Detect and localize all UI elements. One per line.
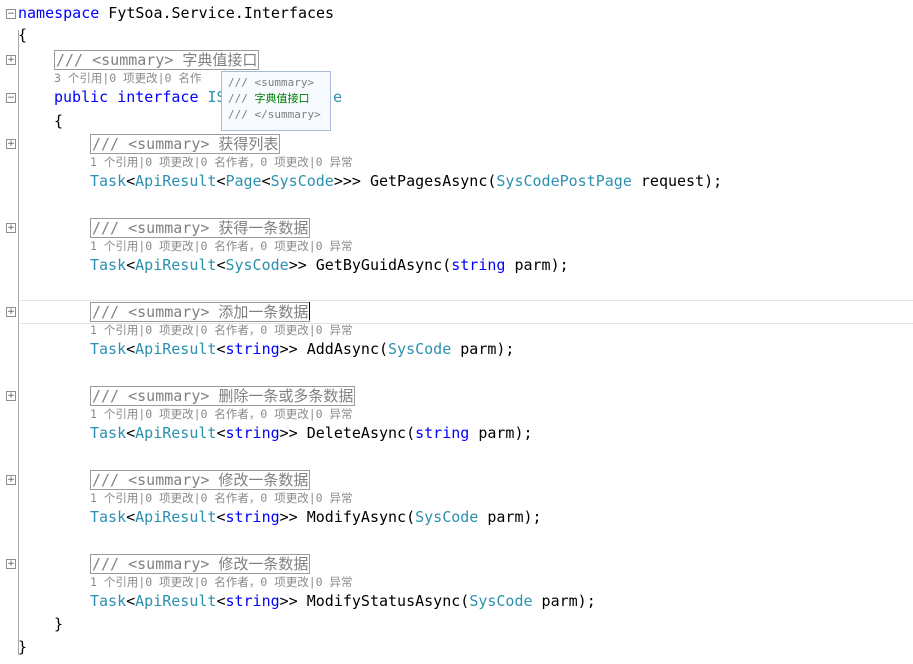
generic-open: <	[126, 172, 136, 190]
type-string: string	[225, 424, 280, 442]
method-signature[interactable]: Task<ApiResult<string>> ModifyAsync(SysC…	[90, 507, 542, 527]
method-codelens[interactable]: 1 个引用|0 项更改|0 名作者，0 项更改|0 异常	[90, 323, 353, 337]
method-name: >> AddAsync(	[279, 340, 389, 358]
method-codelens[interactable]: 1 个引用|0 项更改|0 名作者，0 项更改|0 异常	[90, 491, 353, 505]
method-codelens[interactable]: 1 个引用|0 项更改|0 名作者，0 项更改|0 异常	[90, 239, 353, 253]
param-type: SysCode	[415, 508, 479, 526]
indent-guide	[18, 30, 19, 655]
generic-open: <	[126, 508, 136, 526]
type-apiresult: ApiResult	[135, 424, 217, 442]
namespace-close-brace: }	[18, 638, 28, 656]
interface-keyword: interface	[108, 88, 199, 106]
method-codelens[interactable]: 1 个引用|0 项更改|0 名作者，0 项更改|0 异常	[90, 575, 353, 589]
param-type: string	[451, 256, 506, 274]
param-type: SysCode	[469, 592, 533, 610]
expand-summary-icon[interactable]: +	[6, 223, 16, 233]
generic-open: <	[126, 340, 136, 358]
method-summary-collapsed[interactable]: /// <summary> 添加一条数据	[90, 302, 311, 322]
type-syscode: SysCode	[270, 172, 334, 190]
type-string: string	[225, 592, 280, 610]
expand-summary-icon[interactable]: +	[6, 391, 16, 401]
tooltip-line-text: /// 字典值接口	[228, 91, 324, 107]
namespace-keyword: namespace	[18, 4, 100, 22]
method-signature[interactable]: Task<ApiResult<SysCode>> GetByGuidAsync(…	[90, 255, 569, 275]
param-type: SysCodePostPage	[496, 172, 632, 190]
type-task: Task	[90, 340, 127, 358]
param-type: string	[415, 424, 470, 442]
method-name: >> ModifyAsync(	[279, 508, 416, 526]
type-syscode: SysCode	[225, 256, 289, 274]
tooltip-line-close: /// </summary>	[228, 108, 321, 121]
method-summary-collapsed[interactable]: /// <summary> 删除一条或多条数据	[90, 386, 356, 406]
method-name: >> ModifyStatusAsync(	[279, 592, 470, 610]
param-name: parm);	[451, 340, 515, 358]
generic-open: <	[126, 256, 136, 274]
expand-summary-icon[interactable]: +	[6, 559, 16, 569]
param-name: parm);	[532, 592, 596, 610]
namespace-line[interactable]: namespace FytSoa.Service.Interfaces	[18, 3, 334, 23]
expand-summary-icon[interactable]: +	[6, 307, 16, 317]
type-task: Task	[90, 592, 127, 610]
interface-summary-collapsed[interactable]: /// <summary> 字典值接口	[54, 50, 260, 70]
generic-open: <	[261, 172, 271, 190]
param-name: parm);	[469, 424, 533, 442]
interface-close-brace: }	[54, 615, 64, 633]
method-signature[interactable]: Task<ApiResult<string>> ModifyStatusAsyn…	[90, 591, 596, 611]
tooltip-comment-prefix: ///	[228, 92, 255, 105]
param-name: request);	[631, 172, 723, 190]
interface-codelens[interactable]: 3 个引用|0 项更改|0 名作	[54, 71, 201, 85]
summary-tooltip: /// <summary> /// 字典值接口 /// </summary>	[221, 71, 331, 131]
type-task: Task	[90, 508, 127, 526]
tooltip-summary-text: 字典值接口	[254, 92, 310, 105]
collapse-interface-icon[interactable]: −	[6, 93, 16, 103]
text-caret	[309, 302, 310, 320]
namespace-name: FytSoa.Service.Interfaces	[99, 4, 335, 22]
method-name: >>> GetPagesAsync(	[333, 172, 497, 190]
type-apiresult: ApiResult	[135, 256, 217, 274]
code-editor[interactable]: − namespace FytSoa.Service.Interfaces { …	[0, 0, 913, 664]
type-task: Task	[90, 424, 127, 442]
type-apiresult: ApiResult	[135, 592, 217, 610]
param-type: SysCode	[388, 340, 452, 358]
generic-open: <	[126, 592, 136, 610]
collapse-namespace-icon[interactable]: −	[6, 9, 16, 19]
expand-interface-summary-icon[interactable]: +	[6, 55, 16, 65]
type-string: string	[225, 508, 280, 526]
type-string: string	[225, 340, 280, 358]
type-page: Page	[225, 172, 262, 190]
interface-declaration[interactable]: public interface IS	[54, 87, 226, 107]
method-summary-collapsed[interactable]: /// <summary> 获得列表	[90, 134, 281, 154]
public-keyword: public	[54, 88, 109, 106]
namespace-open-brace: {	[18, 26, 28, 44]
method-name: >> GetByGuidAsync(	[288, 256, 452, 274]
type-apiresult: ApiResult	[135, 508, 217, 526]
expand-summary-icon[interactable]: +	[6, 139, 16, 149]
type-apiresult: ApiResult	[135, 340, 217, 358]
tooltip-line-open: /// <summary>	[228, 76, 315, 89]
method-codelens[interactable]: 1 个引用|0 项更改|0 名作者，0 项更改|0 异常	[90, 407, 353, 421]
generic-open: <	[126, 424, 136, 442]
method-signature[interactable]: Task<ApiResult<string>> AddAsync(SysCode…	[90, 339, 514, 359]
type-apiresult: ApiResult	[135, 172, 217, 190]
type-task: Task	[90, 256, 127, 274]
method-signature[interactable]: Task<ApiResult<Page<SysCode>>> GetPagesA…	[90, 171, 722, 191]
method-signature[interactable]: Task<ApiResult<string>> DeleteAsync(stri…	[90, 423, 533, 443]
method-name: >> DeleteAsync(	[279, 424, 416, 442]
param-name: parm);	[478, 508, 542, 526]
method-summary-collapsed[interactable]: /// <summary> 修改一条数据	[90, 554, 311, 574]
expand-summary-icon[interactable]: +	[6, 475, 16, 485]
interface-open-brace: {	[54, 112, 64, 130]
interface-name-end: e	[333, 88, 343, 106]
method-summary-collapsed[interactable]: /// <summary> 修改一条数据	[90, 470, 311, 490]
method-codelens[interactable]: 1 个引用|0 项更改|0 名作者，0 项更改|0 异常	[90, 155, 353, 169]
type-task: Task	[90, 172, 127, 190]
param-name: parm);	[505, 256, 569, 274]
method-summary-collapsed[interactable]: /// <summary> 获得一条数据	[90, 218, 311, 238]
